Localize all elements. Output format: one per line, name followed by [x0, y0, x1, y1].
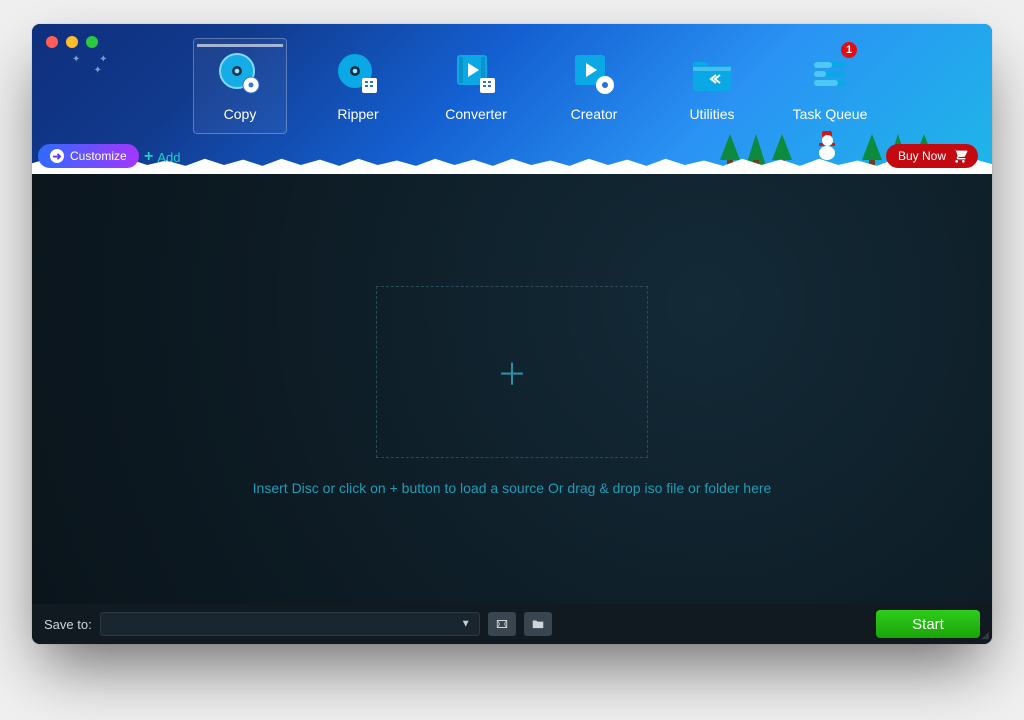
nav-label: Task Queue [787, 106, 873, 122]
task-queue-badge: 1 [841, 42, 857, 58]
folder-icon [531, 617, 545, 631]
nav-utilities[interactable]: Utilities [669, 44, 755, 130]
output-info-button[interactable] [488, 612, 516, 636]
add-label: Add [157, 150, 180, 165]
customize-button[interactable]: ➜ Customize [38, 144, 139, 168]
maximize-window-button[interactable] [86, 36, 98, 48]
buy-now-button[interactable]: Buy Now [886, 144, 978, 168]
utilities-icon [688, 50, 736, 98]
nav-label: Utilities [669, 106, 755, 122]
add-button[interactable]: + Add [144, 148, 180, 166]
decoration-snowman [816, 131, 838, 160]
nav-label: Creator [551, 106, 637, 122]
nav-ripper[interactable]: Ripper [315, 44, 401, 130]
main-nav: Copy Ripper Converter Creator [197, 44, 873, 130]
start-label: Start [912, 616, 944, 633]
start-button[interactable]: Start [876, 610, 980, 638]
chevron-down-icon: ▼ [461, 619, 471, 630]
header: ✦ ✦ ✦ Copy Ripper [32, 24, 992, 174]
save-to-dropdown[interactable]: ▼ [100, 612, 480, 636]
nav-creator[interactable]: Creator [551, 44, 637, 130]
minimize-window-button[interactable] [66, 36, 78, 48]
window-controls [46, 36, 98, 48]
creator-icon [570, 50, 618, 98]
arrow-right-icon: ➜ [50, 149, 64, 163]
decoration-stars: ✦ ✦ ✦ [72, 54, 116, 76]
movie-icon [495, 617, 509, 631]
nav-label: Ripper [315, 106, 401, 122]
app-window: ✦ ✦ ✦ Copy Ripper [32, 24, 992, 644]
customize-label: Customize [70, 149, 127, 163]
dropzone-hint: Insert Disc or click on + button to load… [32, 480, 992, 496]
plus-icon: ＋ [497, 350, 527, 394]
disc-ripper-icon [334, 50, 382, 98]
main-area: ＋ Insert Disc or click on + button to lo… [32, 174, 992, 604]
nav-copy[interactable]: Copy [197, 44, 283, 130]
source-dropzone[interactable]: ＋ [376, 286, 648, 458]
disc-copy-icon [216, 50, 264, 98]
cart-icon [952, 148, 968, 164]
nav-label: Copy [197, 106, 283, 122]
converter-icon [452, 50, 500, 98]
close-window-button[interactable] [46, 36, 58, 48]
save-to-label: Save to: [44, 617, 92, 632]
browse-folder-button[interactable] [524, 612, 552, 636]
nav-converter[interactable]: Converter [433, 44, 519, 130]
nav-label: Converter [433, 106, 519, 122]
nav-task-queue[interactable]: 1 Task Queue [787, 44, 873, 130]
plus-icon: + [144, 148, 153, 166]
footer-bar: Save to: ▼ Start ◢ [32, 604, 992, 644]
resize-grip[interactable]: ◢ [981, 630, 989, 641]
buy-label: Buy Now [898, 149, 946, 163]
